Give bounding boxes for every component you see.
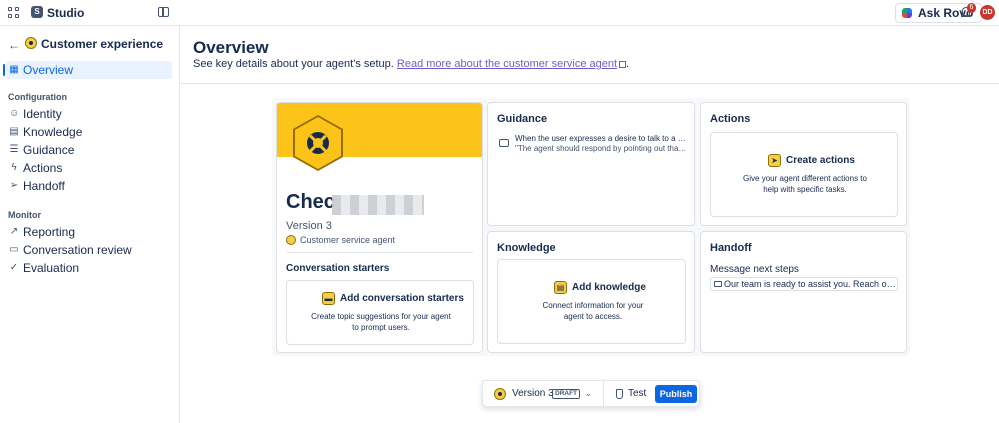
back-arrow-icon[interactable]: ← bbox=[8, 38, 20, 52]
add-conversation-starters-box[interactable]: ▬ Add conversation starters Create topic… bbox=[286, 280, 474, 345]
guidance-item-title: When the user expresses a desire to talk… bbox=[515, 134, 687, 143]
handoff-card[interactable]: Handoff Message next steps Our team is r… bbox=[700, 231, 907, 353]
configuration-section-label: Configuration bbox=[8, 92, 67, 102]
agent-type: Customer service agent bbox=[300, 235, 396, 245]
overview-icon: ▦ bbox=[9, 64, 19, 75]
overview-canvas: Chec Version 3 Customer service agent Co… bbox=[272, 98, 910, 356]
book-icon: ▤ bbox=[554, 281, 567, 294]
add-knowledge-desc: Connect information for your agent to ac… bbox=[542, 301, 644, 321]
create-actions-title: Create actions bbox=[786, 155, 855, 166]
sidebar-item-overview[interactable]: ▦ Overview bbox=[3, 61, 172, 79]
agent-version: Version 3 bbox=[286, 220, 332, 232]
sidebar-item-conversation-review[interactable]: ▭ Conversation review bbox=[6, 241, 172, 259]
sidebar-item-identity[interactable]: ☺ Identity bbox=[6, 105, 172, 123]
add-conversation-starters-title: Add conversation starters bbox=[340, 293, 464, 304]
bolt-icon: ϟ bbox=[11, 162, 17, 173]
sidebar-item-guidance[interactable]: ☰ Guidance bbox=[6, 141, 172, 159]
subtitle-text: See key details about your agent's setup… bbox=[193, 58, 394, 70]
guidance-chat-icon bbox=[499, 139, 509, 147]
create-actions-desc: Give your agent different actions to hel… bbox=[743, 174, 867, 194]
send-icon: ➢ bbox=[9, 180, 19, 191]
create-actions-box[interactable]: ➤ Create actions Give your agent differe… bbox=[710, 132, 898, 217]
toolbar-separator bbox=[603, 381, 604, 406]
smiley-icon: ☺ bbox=[9, 108, 20, 119]
user-avatar[interactable]: DD bbox=[980, 5, 995, 20]
sidebar-item-label: Conversation review bbox=[23, 243, 132, 257]
agent-profile-card[interactable]: Chec Version 3 Customer service agent Co… bbox=[276, 102, 483, 353]
handoff-message-field[interactable]: Our team is ready to assist you. Reach o… bbox=[710, 277, 898, 291]
sidebar-item-label: Knowledge bbox=[23, 125, 83, 139]
publish-toolbar: Version 3 DRAFT ⌄ Test Publish bbox=[482, 380, 700, 407]
handoff-title: Handoff bbox=[710, 242, 752, 254]
version-agent-icon bbox=[494, 388, 506, 400]
knowledge-title: Knowledge bbox=[497, 242, 556, 254]
sidebar-item-knowledge[interactable]: ▤ Knowledge bbox=[6, 123, 172, 141]
app-name[interactable]: Studio bbox=[47, 6, 84, 20]
flask-icon bbox=[616, 389, 623, 399]
draft-badge: DRAFT bbox=[552, 389, 581, 399]
sidebar-item-actions[interactable]: ϟ Actions bbox=[6, 159, 172, 177]
sidebar-item-label: Reporting bbox=[23, 225, 76, 239]
add-knowledge-title: Add knowledge bbox=[572, 282, 646, 293]
guidance-item-detail: "The agent should respond by pointing ou… bbox=[515, 144, 687, 153]
sidebar-item-label: Actions bbox=[23, 161, 63, 175]
monitor-section-label: Monitor bbox=[8, 210, 41, 220]
card-divider bbox=[286, 252, 473, 253]
agent-title: Chec bbox=[286, 191, 335, 213]
agent-avatar-icon bbox=[25, 37, 37, 49]
header-divider bbox=[180, 83, 999, 84]
top-navigation: S Studio Ask Rovo 6 DD bbox=[0, 0, 999, 26]
redacted-name-mask bbox=[332, 195, 424, 215]
handoff-label: Message next steps bbox=[710, 264, 799, 275]
sidebar-item-label: Guidance bbox=[23, 143, 75, 157]
sidebar-item-handoff[interactable]: ➢ Handoff bbox=[6, 177, 172, 195]
sidebar-item-evaluation[interactable]: ✓ Evaluation bbox=[6, 259, 172, 277]
actions-card[interactable]: Actions ➤ Create actions Give your agent… bbox=[700, 102, 907, 226]
agent-type-icon bbox=[286, 235, 296, 245]
chart-icon: ↗ bbox=[9, 226, 19, 237]
app-switcher-icon[interactable] bbox=[8, 7, 19, 18]
knowledge-card[interactable]: Knowledge ▤ Add knowledge Connect inform… bbox=[487, 231, 695, 353]
studio-logo-icon[interactable]: S bbox=[31, 6, 43, 18]
handoff-chat-icon bbox=[714, 281, 722, 287]
sidebar: ← Customer experience ▦ Overview Configu… bbox=[0, 26, 180, 423]
handoff-message-text: Our team is ready to assist you. Reach o… bbox=[724, 279, 898, 289]
notification-count-badge: 6 bbox=[967, 3, 976, 13]
sidebar-item-label: Identity bbox=[23, 107, 62, 121]
cursor-icon: ➤ bbox=[768, 154, 781, 167]
check-circle-icon: ✓ bbox=[9, 262, 19, 273]
chat-bubble-icon: ▬ bbox=[322, 292, 335, 305]
guidance-title: Guidance bbox=[497, 113, 548, 125]
conversation-starters-title: Conversation starters bbox=[286, 263, 390, 274]
page-subtitle: See key details about your agent's setup… bbox=[193, 58, 629, 70]
sidebar-item-label: Evaluation bbox=[23, 261, 80, 275]
version-selector[interactable]: Version 3 bbox=[512, 388, 554, 399]
test-button[interactable]: Test bbox=[628, 388, 646, 399]
actions-title: Actions bbox=[710, 113, 751, 125]
add-knowledge-box[interactable]: ▤ Add knowledge Connect information for … bbox=[497, 259, 686, 344]
sidebar-item-reporting[interactable]: ↗ Reporting bbox=[6, 223, 172, 241]
lifebuoy-icon bbox=[307, 132, 329, 154]
add-conversation-starters-desc: Create topic suggestions for your agent … bbox=[311, 312, 451, 332]
list-icon: ☰ bbox=[9, 144, 19, 155]
agent-name: Customer experience bbox=[41, 37, 164, 51]
publish-button[interactable]: Publish bbox=[655, 385, 697, 403]
sidebar-item-label: Handoff bbox=[23, 179, 65, 193]
sidebar-item-label: Overview bbox=[23, 63, 74, 77]
chat-icon: ▭ bbox=[9, 244, 19, 255]
chevron-down-icon[interactable]: ⌄ bbox=[585, 389, 592, 398]
guidance-card[interactable]: Guidance When the user expresses a desir… bbox=[487, 102, 695, 226]
subtitle-suffix: . bbox=[626, 58, 630, 70]
page-title: Overview bbox=[193, 38, 269, 57]
external-link-icon bbox=[619, 60, 627, 68]
sidebar-toggle-icon[interactable] bbox=[158, 7, 169, 17]
read-more-link[interactable]: Read more about the customer service age… bbox=[397, 58, 617, 70]
book-icon: ▤ bbox=[9, 126, 19, 137]
rovo-icon bbox=[902, 8, 912, 18]
